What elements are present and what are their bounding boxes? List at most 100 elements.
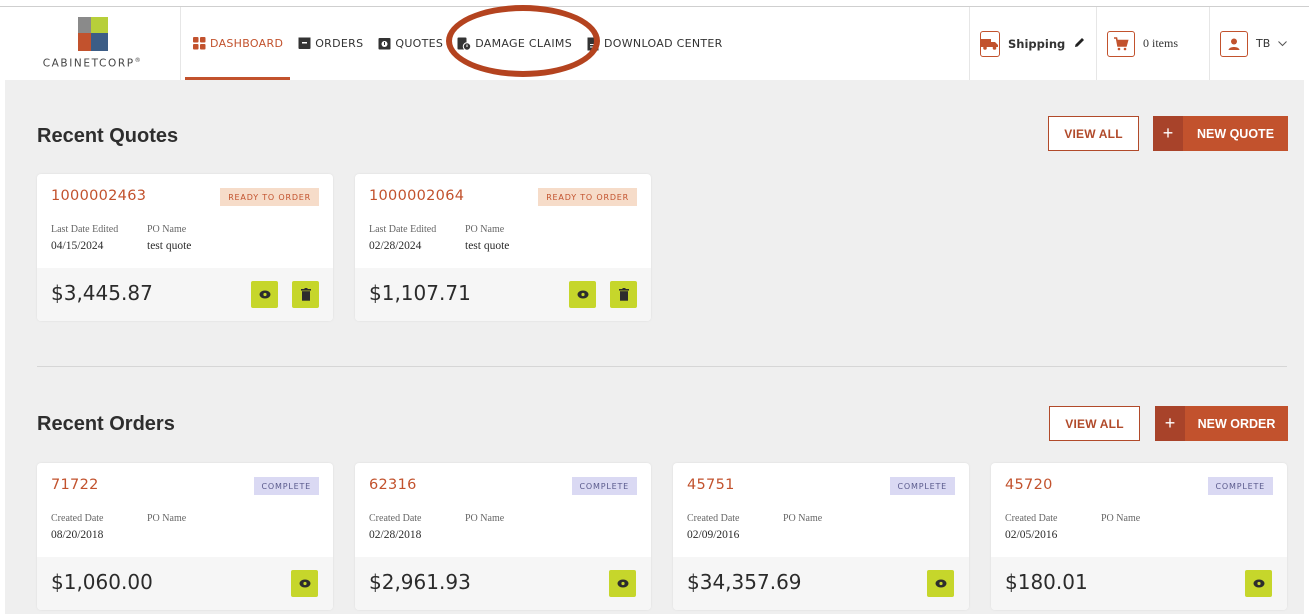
po-label: PO Name — [147, 513, 187, 524]
eye-icon — [299, 579, 310, 588]
card-footer: $180.01 — [991, 557, 1287, 610]
date-label: Last Date Edited — [51, 224, 119, 235]
po-value: test quote — [465, 240, 510, 252]
card-footer: $3,445.87 — [37, 268, 333, 321]
view-button[interactable] — [1245, 570, 1272, 597]
eye-icon — [617, 579, 628, 588]
nav-quotes[interactable]: QUOTES — [370, 7, 450, 80]
date-value: 08/20/2018 — [51, 529, 104, 541]
status-badge: COMPLETE — [1207, 477, 1273, 495]
po-label: PO Name — [465, 224, 505, 235]
date-value: 04/15/2024 — [51, 240, 104, 252]
pencil-icon[interactable] — [1073, 36, 1086, 52]
nav-orders[interactable]: ORDERS — [290, 7, 370, 80]
dashboard-content: Recent Quotes VIEW ALL + NEW QUOTE 10000… — [5, 80, 1304, 614]
price: $1,107.71 — [369, 281, 471, 305]
date-value: 02/28/2024 — [369, 240, 422, 252]
order-card[interactable]: 45751 COMPLETE Created Date PO Name 02/0… — [673, 463, 969, 610]
header: CABINETCORP® DASHBOARD ORDERS QUOTES DAM… — [5, 7, 1304, 80]
card-footer: $1,107.71 — [355, 268, 651, 321]
eye-icon — [935, 579, 946, 588]
order-number[interactable]: 71722 — [51, 477, 99, 493]
po-label: PO Name — [1101, 513, 1141, 524]
eye-icon — [577, 290, 588, 299]
order-card[interactable]: 62316 COMPLETE Created Date PO Name 02/2… — [355, 463, 651, 610]
status-badge: READY TO ORDER — [220, 188, 319, 206]
order-card[interactable]: 71722 COMPLETE Created Date PO Name 08/2… — [37, 463, 333, 610]
chevron-down-icon — [1278, 37, 1288, 50]
status-badge: COMPLETE — [571, 477, 637, 495]
status-badge: COMPLETE — [889, 477, 955, 495]
new-order-label: NEW ORDER — [1197, 416, 1276, 431]
card-footer: $1,060.00 — [37, 557, 333, 610]
quote-card[interactable]: 1000002064 READY TO ORDER Last Date Edit… — [355, 174, 651, 321]
order-number[interactable]: 45720 — [1005, 477, 1053, 493]
header-tools: Shipping 0 items TB — [969, 7, 1304, 80]
cart-count: 0 items — [1143, 36, 1178, 50]
status-badge: COMPLETE — [253, 477, 319, 495]
user-initials: TB — [1256, 37, 1271, 50]
cart-icon — [1107, 30, 1135, 57]
cart-button[interactable]: 0 items — [1096, 7, 1209, 80]
quote-number[interactable]: 1000002463 — [51, 188, 146, 204]
po-label: PO Name — [465, 513, 505, 524]
nav-download-center[interactable]: DOWNLOAD CENTER — [579, 7, 730, 80]
delete-button[interactable] — [610, 281, 637, 308]
recent-quotes-title: Recent Quotes — [37, 125, 179, 147]
new-order-button[interactable]: + NEW ORDER — [1155, 406, 1288, 441]
shipping-label: Shipping — [1008, 36, 1066, 51]
truck-icon — [980, 30, 1000, 57]
po-label: PO Name — [783, 513, 823, 524]
quote-icon — [377, 37, 391, 51]
eye-icon — [259, 290, 270, 299]
order-number[interactable]: 62316 — [369, 477, 417, 493]
date-label: Created Date — [51, 513, 104, 524]
price: $34,357.69 — [687, 570, 802, 594]
recent-orders-title: Recent Orders — [37, 413, 175, 435]
date-value: 02/09/2016 — [687, 529, 740, 541]
card-footer: $34,357.69 — [673, 557, 969, 610]
order-card[interactable]: 45720 COMPLETE Created Date PO Name 02/0… — [991, 463, 1287, 610]
date-value: 02/05/2016 — [1005, 529, 1058, 541]
date-label: Created Date — [1005, 513, 1058, 524]
plus-icon: + — [1153, 116, 1183, 151]
view-button[interactable] — [291, 570, 318, 597]
view-button[interactable] — [609, 570, 636, 597]
price: $3,445.87 — [51, 281, 153, 305]
trash-icon — [300, 288, 311, 301]
quote-card[interactable]: 1000002463 READY TO ORDER Last Date Edit… — [37, 174, 333, 321]
date-label: Created Date — [687, 513, 740, 524]
quote-number[interactable]: 1000002064 — [369, 188, 464, 204]
price: $180.01 — [1005, 570, 1088, 594]
user-menu[interactable]: TB — [1209, 7, 1304, 80]
date-label: Last Date Edited — [369, 224, 437, 235]
nav-label: DOWNLOAD CENTER — [604, 37, 723, 50]
nav-label: QUOTES — [395, 37, 444, 50]
po-label: PO Name — [147, 224, 187, 235]
quotes-view-all-button[interactable]: VIEW ALL — [1048, 116, 1139, 151]
damage-claims-highlight-ring — [446, 5, 600, 77]
trash-icon — [618, 288, 629, 301]
plus-icon: + — [1155, 406, 1185, 441]
logo-mark-icon — [77, 17, 108, 52]
view-button[interactable] — [251, 281, 278, 308]
nav-dashboard[interactable]: DASHBOARD — [185, 7, 291, 80]
user-icon — [1220, 30, 1248, 57]
date-label: Created Date — [369, 513, 422, 524]
order-number[interactable]: 45751 — [687, 477, 735, 493]
eye-icon — [1253, 579, 1264, 588]
card-footer: $2,961.93 — [355, 557, 651, 610]
shipping-selector[interactable]: Shipping — [969, 7, 1096, 80]
po-value: test quote — [147, 240, 192, 252]
view-button[interactable] — [927, 570, 954, 597]
status-badge: READY TO ORDER — [538, 188, 637, 206]
date-value: 02/28/2018 — [369, 529, 422, 541]
price: $1,060.00 — [51, 570, 153, 594]
brand-logo[interactable]: CABINETCORP® — [5, 7, 181, 80]
new-quote-button[interactable]: + NEW QUOTE — [1153, 116, 1288, 151]
orders-view-all-button[interactable]: VIEW ALL — [1049, 406, 1140, 441]
view-button[interactable] — [569, 281, 596, 308]
delete-button[interactable] — [292, 281, 319, 308]
price: $2,961.93 — [369, 570, 471, 594]
box-icon — [297, 37, 311, 51]
